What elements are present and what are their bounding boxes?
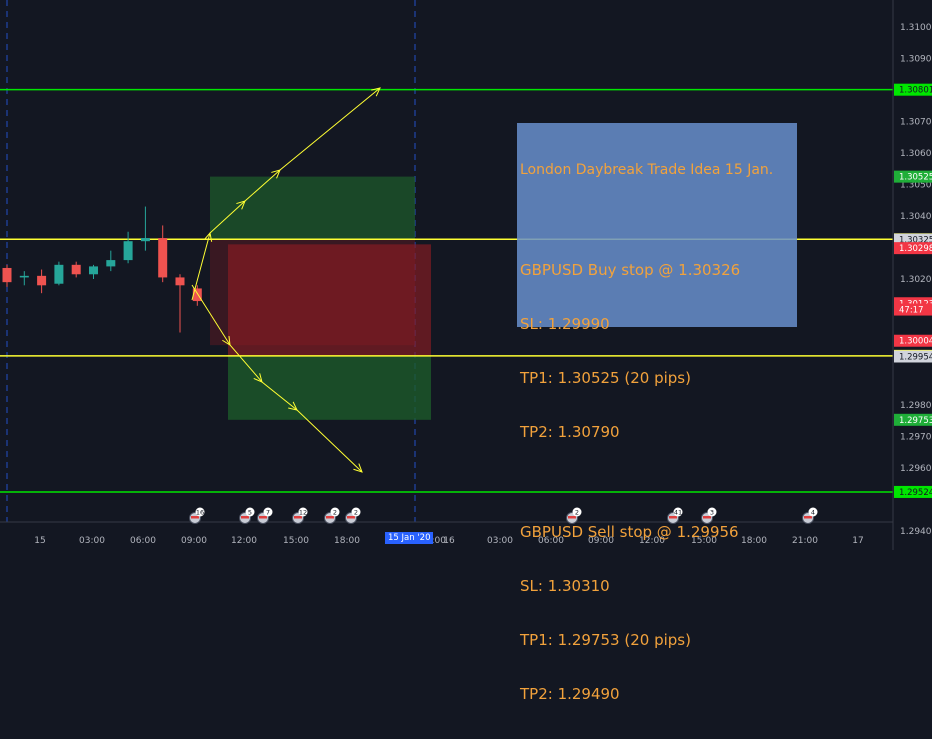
price-tag[interactable]: 1.30004 [894,334,932,347]
price-tag[interactable]: 1.29524 [894,485,932,498]
note-title: London Daybreak Trade Idea 15 Jan. [520,162,774,178]
position-zones [210,176,431,420]
time-tick-label: 17 [852,536,863,546]
note-buy-tp1: TP1: 1.30525 (20 pips) [520,369,691,387]
event-count: 16 [196,509,204,517]
note-buy-sl: SL: 1.29990 [520,315,610,333]
price-tag-label: 1.30004 [899,337,932,347]
time-tick-label: 15 [34,536,45,546]
price-tick-label: 1.31000 [900,23,932,33]
time-tick-label: 16 [443,536,455,546]
event-flag-icon[interactable]: 5 [239,507,255,524]
price-tag[interactable]: 1.29753 [894,413,932,426]
candle [89,264,98,279]
candle [37,269,47,294]
candle-body [140,238,150,242]
note-sell-tp1: TP1: 1.29753 (20 pips) [520,631,691,649]
price-tick-label: 1.30200 [900,275,932,285]
price-axis[interactable]: 1.310001.309001.307001.306001.305001.304… [892,0,932,550]
candle [19,271,29,286]
event-flag-icon[interactable]: 2 [324,507,340,524]
trade-idea-note[interactable]: London Daybreak Trade Idea 15 Jan. GBPUS… [517,123,797,703]
candle [140,206,150,251]
event-flag-icon[interactable]: 2 [345,507,361,524]
candle-body [54,264,64,284]
price-tick-label: 1.29700 [900,433,932,443]
note-sell-tp2: TP2: 1.29490 [520,685,620,703]
price-tag[interactable]: 1.30801 [894,83,932,96]
buy-target-zone [210,176,415,240]
candle-body [71,264,81,275]
price-tag-label: 1.30801 [899,86,932,96]
event-count: 2 [354,509,358,517]
price-tick-label: 1.30400 [900,212,932,222]
candle [175,274,185,333]
time-tick-label: 18:00 [334,536,360,546]
price-tag[interactable]: 1.30525 [894,170,932,183]
note-buy-line: GBPUSD Buy stop @ 1.30326 [520,261,741,279]
price-tag[interactable]: 47:17 [894,303,932,316]
event-flag-icon[interactable]: 4 [802,507,818,524]
event-count: 4 [811,509,815,517]
event-flag-icon[interactable]: 16 [189,507,205,524]
sell-stop-zone [228,244,431,356]
candle-body [19,275,29,278]
time-tick-label: 09:00 [181,536,207,546]
price-tag-label: 1.30298 [899,244,932,254]
price-tag-label: 1.29954 [899,352,932,362]
price-tag-label: 1.29524 [899,488,932,498]
time-tick-label: 21:00 [792,536,818,546]
price-tick-label: 1.29600 [900,464,932,474]
event-count: 12 [299,509,307,517]
note-buy-tp2: TP2: 1.30790 [520,423,620,441]
candle [54,261,64,286]
candle-body [106,260,116,267]
candle-body [37,275,47,286]
note-sell-sl: SL: 1.30310 [520,577,610,595]
price-tick-label: 1.29800 [900,401,932,411]
candle-body [2,267,12,283]
event-count: 5 [248,509,252,517]
crosshair-time-label: 15 Jan '20 [385,532,434,544]
candle-body [89,266,98,275]
time-tick-label: 12:00 [231,536,257,546]
chart-area[interactable]: 1.310001.309001.307001.306001.305001.304… [0,0,932,703]
candle [2,264,12,287]
price-tick-label: 1.30600 [900,149,932,159]
price-tag-label: 1.29753 [899,416,932,426]
time-tick-label: 06:00 [130,536,156,546]
candles [2,206,202,333]
note-sell-line: GBPUSD Sell stop @ 1.29956 [520,523,739,541]
candle [158,225,168,283]
sell-target-zone [228,355,431,420]
price-tag[interactable]: 1.29954 [894,350,932,363]
candle [106,250,116,272]
price-tick-label: 1.30700 [900,118,932,128]
time-tick-label: 15:00 [283,536,309,546]
event-count: 7 [266,509,270,517]
candle-body [123,241,133,261]
candle-body [158,238,168,278]
price-tag[interactable]: 1.30298 [894,242,932,255]
price-tag-label: 1.30525 [899,173,932,183]
candle-body [175,277,185,286]
event-flag-icon[interactable]: 12 [292,507,308,524]
price-tick-label: 1.29400 [900,527,932,537]
price-tick-label: 1.30900 [900,55,932,65]
candle [123,231,133,264]
time-tick-label: 03:00 [79,536,105,546]
event-flag-icon[interactable]: 7 [257,507,273,524]
time-tick-label: 03:00 [487,536,513,546]
candle [71,261,81,278]
event-count: 2 [333,509,337,517]
price-tag-label: 47:17 [899,306,924,316]
